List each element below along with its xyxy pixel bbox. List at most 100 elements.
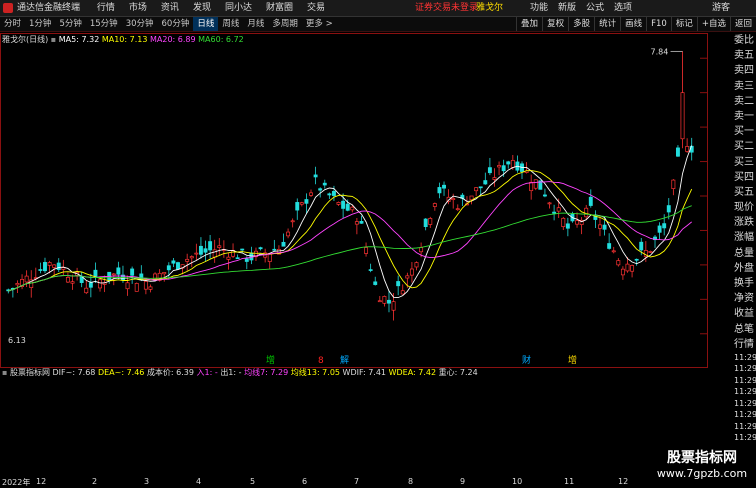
candle-body bbox=[469, 195, 474, 201]
period-5min[interactable]: 5分钟 bbox=[55, 17, 85, 31]
candle-body bbox=[547, 202, 552, 205]
period-more[interactable]: 更多 > bbox=[302, 17, 337, 31]
period-60min[interactable]: 60分钟 bbox=[158, 17, 194, 31]
candle-body bbox=[52, 264, 57, 268]
time-axis-label: 10 bbox=[512, 477, 523, 486]
candle-body bbox=[38, 269, 43, 271]
tool-adjust[interactable]: 复权 bbox=[542, 17, 568, 31]
menu-market[interactable]: 市场 bbox=[129, 3, 147, 13]
tool-f10[interactable]: F10 bbox=[646, 17, 671, 31]
menu-trade[interactable]: 交易 bbox=[307, 3, 325, 13]
ma60-label: MA60: 6.72 bbox=[198, 35, 244, 44]
login-status[interactable]: 证券交易未登录 bbox=[415, 0, 478, 16]
low-price-label: 6.13 bbox=[8, 336, 26, 345]
candle-body bbox=[212, 249, 217, 258]
period-monthly[interactable]: 月线 bbox=[243, 17, 268, 31]
time-axis-label: 2 bbox=[92, 477, 98, 486]
candle-body bbox=[492, 177, 497, 180]
time-axis-label: 7 bbox=[354, 477, 360, 486]
ind-out1: 出1: - bbox=[220, 368, 242, 377]
menu-formula[interactable]: 公式 bbox=[586, 3, 604, 13]
menu-market-quotes[interactable]: 行情 bbox=[97, 3, 115, 13]
sidebar-item: 涨跌 bbox=[734, 217, 754, 229]
candle-body bbox=[666, 205, 671, 213]
candle-body bbox=[400, 290, 405, 295]
event-marker: 增 bbox=[568, 354, 577, 366]
candle-body bbox=[185, 258, 190, 262]
ma10-label: MA10: 7.13 bbox=[101, 35, 148, 44]
chart-tools: 叠加 复权 多股 统计 画线 F10 标记 +自选 返回 bbox=[516, 17, 756, 31]
candle-body bbox=[318, 188, 323, 191]
kline-chart[interactable]: 7.846.13增8解财增 高抛高抛高抛高抛高抛低吸低吸低吸低吸低吸 7.807… bbox=[0, 33, 708, 368]
ma-legend: 雅戈尔(日线) ▪ MA5: 7.32 MA10: 7.13 MA20: 6.8… bbox=[2, 34, 244, 45]
indicator-name[interactable]: 股票指标网 bbox=[10, 368, 50, 377]
indicator-menu-icon[interactable]: ▪ bbox=[2, 368, 7, 377]
event-marker: 8 bbox=[318, 356, 324, 366]
current-stock-name: 雅戈尔 bbox=[476, 3, 504, 13]
menu-news[interactable]: 资讯 bbox=[161, 3, 179, 13]
candle-body bbox=[588, 196, 593, 206]
menu-ask[interactable]: 同小达 bbox=[225, 3, 252, 13]
quote-sidebar: 委比 卖五 卖四 卖三 卖二 卖一 买一 买二 买三 买四 买五 现价 涨跌 涨幅 总量 外盘 换手 净资 收益 总笔… bbox=[734, 33, 756, 478]
period-30min[interactable]: 30分钟 bbox=[122, 17, 158, 31]
candle-body bbox=[359, 221, 364, 224]
ind-wdif: WDIF: 7.41 bbox=[342, 368, 387, 377]
candle-body bbox=[657, 225, 662, 233]
candle-body bbox=[98, 279, 102, 289]
candle-body bbox=[111, 273, 116, 276]
candle-body bbox=[134, 283, 139, 292]
tool-multi-stock[interactable]: 多股 bbox=[568, 17, 594, 31]
tool-back[interactable]: 返回 bbox=[729, 17, 756, 31]
candle-body bbox=[331, 191, 336, 196]
candle-body bbox=[166, 265, 171, 271]
candle-body bbox=[70, 281, 75, 284]
period-daily[interactable]: 日线 bbox=[193, 17, 219, 31]
sidebar-item: 买三 bbox=[734, 156, 754, 168]
guest-button[interactable]: 游客 bbox=[712, 0, 730, 16]
menu-wealth[interactable]: 财富圈 bbox=[266, 3, 293, 13]
ind-in1: 入1: - bbox=[196, 368, 218, 377]
period-15min[interactable]: 15分钟 bbox=[86, 17, 122, 31]
sidebar-item: 外盘 bbox=[734, 262, 754, 274]
candle-body bbox=[648, 251, 653, 253]
tool-stats[interactable]: 统计 bbox=[594, 17, 620, 31]
candle-body bbox=[561, 217, 566, 228]
candle-body bbox=[281, 241, 286, 247]
candle-body bbox=[258, 247, 263, 250]
candle-body bbox=[93, 269, 98, 277]
candle-body bbox=[501, 165, 506, 172]
event-marker: 解 bbox=[340, 354, 349, 366]
tool-add-watch[interactable]: +自选 bbox=[696, 17, 730, 31]
candle-body bbox=[47, 262, 52, 266]
tool-overlay[interactable]: 叠加 bbox=[516, 17, 542, 31]
candle-body bbox=[423, 218, 428, 228]
ind-dea: DEA~: 7.46 bbox=[97, 368, 145, 377]
candle-body bbox=[382, 296, 387, 304]
period-intraday[interactable]: 分时 bbox=[0, 17, 25, 31]
tool-mark[interactable]: 标记 bbox=[670, 17, 697, 31]
period-weekly[interactable]: 周线 bbox=[218, 17, 243, 31]
sidebar-item: 换手 bbox=[734, 278, 754, 289]
candle-body bbox=[313, 174, 318, 178]
period-multi[interactable]: 多周期 bbox=[268, 17, 302, 31]
watermark-url: www.7gpzb.com bbox=[656, 467, 748, 480]
ma-menu-icon[interactable]: ▪ bbox=[51, 35, 56, 44]
menu-functions[interactable]: 功能 bbox=[530, 3, 548, 13]
watermark-title: 股票指标网 bbox=[667, 450, 737, 466]
sidebar-item: 净资 bbox=[734, 293, 754, 305]
ind-wdea: WDEA: 7.42 bbox=[388, 368, 437, 377]
menu-options[interactable]: 选项 bbox=[614, 3, 632, 13]
candle-body bbox=[304, 199, 309, 204]
time-axis-label: 2022年 bbox=[2, 478, 31, 487]
candle-body bbox=[506, 161, 511, 165]
menu-discover[interactable]: 发现 bbox=[193, 3, 211, 13]
sidebar-item: 买四 bbox=[734, 171, 754, 183]
candle-body bbox=[364, 247, 369, 254]
candle-body bbox=[130, 268, 135, 276]
period-1min[interactable]: 1分钟 bbox=[25, 17, 55, 31]
main-menu: 行情 市场 资讯 发现 同小达 财富圈 交易 bbox=[97, 3, 339, 13]
candle-body bbox=[565, 223, 570, 229]
menu-new-version[interactable]: 新版 bbox=[558, 3, 576, 13]
tool-draw[interactable]: 画线 bbox=[620, 17, 646, 31]
sidebar-item: 11:29 bbox=[734, 387, 756, 397]
